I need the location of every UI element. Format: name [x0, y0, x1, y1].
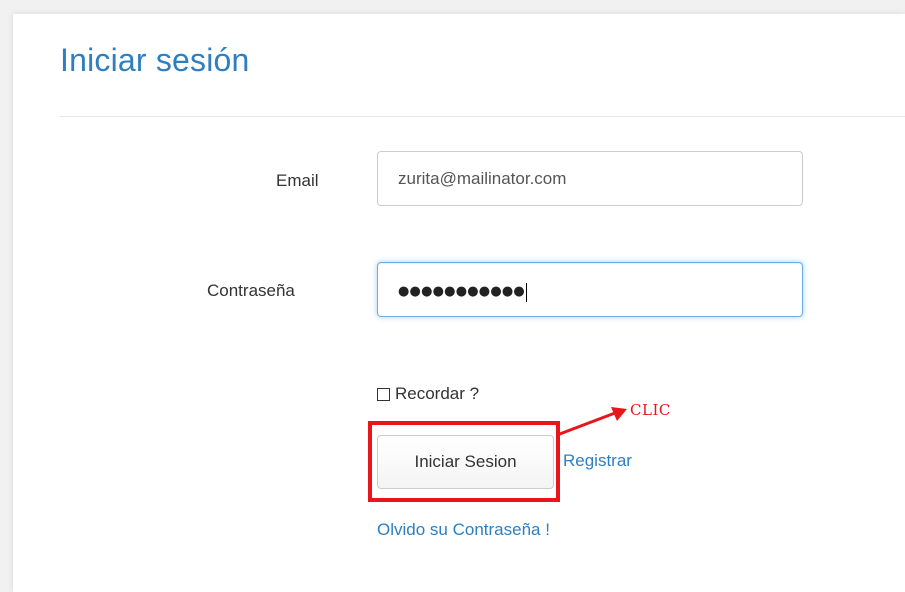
remember-label: Recordar ?: [395, 384, 480, 403]
password-mask: ●●●●●●●●●●●: [398, 277, 527, 307]
login-panel: Iniciar sesión Email Contraseña ●●●●●●●●…: [13, 14, 905, 592]
annotation-label: CLIC: [630, 401, 671, 419]
login-button[interactable]: Iniciar Sesion: [377, 435, 554, 489]
page-title: Iniciar sesión: [60, 42, 250, 78]
title-divider: [60, 116, 905, 117]
email-field[interactable]: [377, 151, 803, 206]
forgot-password-link[interactable]: Olvido su Contraseña !: [377, 520, 550, 540]
password-value: ●●●●●●●●●●●: [398, 284, 525, 299]
email-label: Email: [276, 171, 319, 190]
remember-option[interactable]: Recordar ?: [377, 384, 479, 404]
password-label: Contraseña: [207, 281, 295, 300]
remember-checkbox[interactable]: [377, 387, 390, 401]
register-link[interactable]: Registrar: [563, 451, 632, 471]
annotation-arrow-icon: [556, 407, 627, 437]
text-caret: [525, 282, 527, 302]
